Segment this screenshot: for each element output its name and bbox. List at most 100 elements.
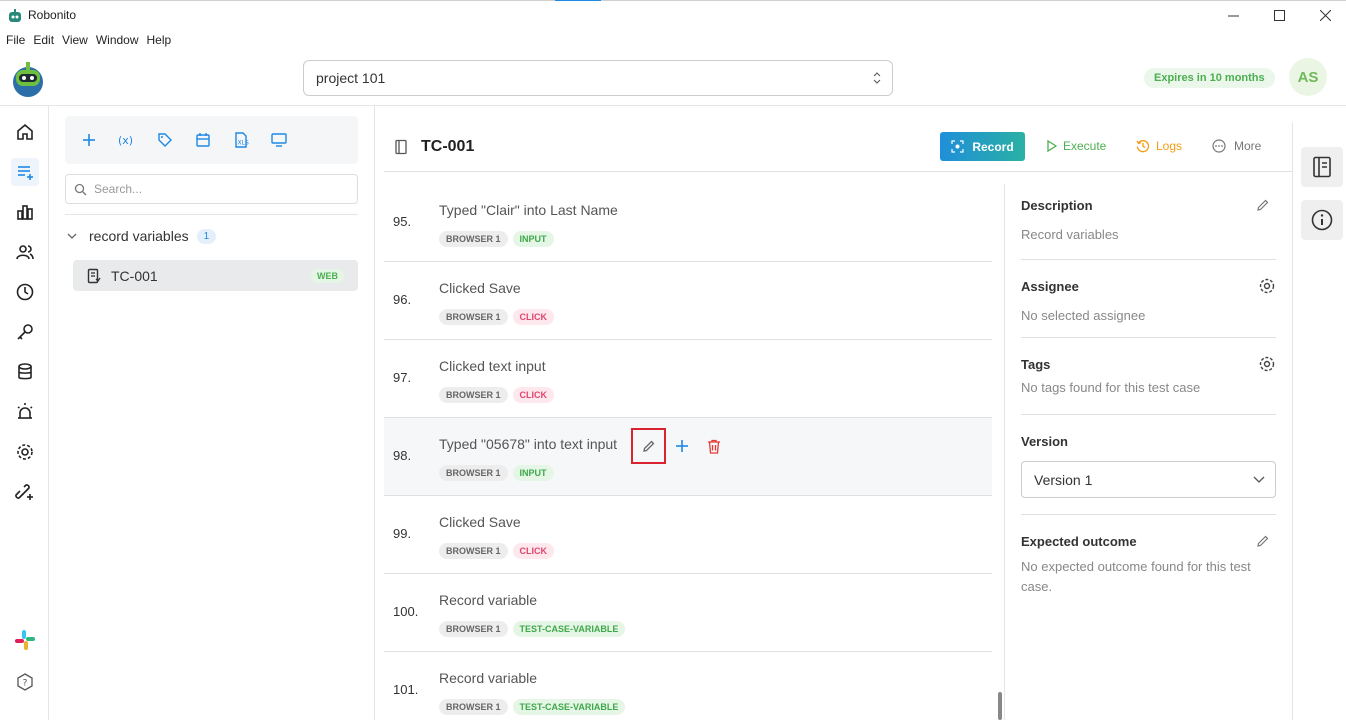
step-number: 96. [393, 292, 412, 307]
logs-button[interactable]: Logs [1136, 139, 1182, 153]
add-step-button[interactable] [666, 428, 698, 464]
record-button[interactable]: Record [940, 132, 1025, 161]
step-title: Record variable [439, 670, 538, 686]
step-number: 101. [393, 682, 419, 697]
nav-alerts[interactable] [13, 400, 37, 424]
trash-icon [708, 439, 720, 454]
history-icon [1136, 140, 1150, 153]
user-avatar[interactable]: AS [1289, 58, 1327, 96]
step-row[interactable]: 96. Clicked Save BROWSER 1 CLICK [384, 262, 992, 340]
nav-help[interactable]: ? [13, 670, 37, 694]
test-case-header: TC-001 Record Execute Logs More [384, 122, 1292, 172]
nav-schedule[interactable] [13, 280, 37, 304]
nav-test-cases[interactable] [11, 158, 39, 186]
more-button[interactable]: More [1212, 139, 1261, 153]
browser-tag: BROWSER 1 [439, 621, 508, 637]
nav-integrations[interactable] [13, 480, 37, 504]
test-tree-panel: (x) XLS Search... record variables 1 TC-… [49, 106, 375, 720]
menu-window[interactable]: Window [90, 31, 139, 51]
tag-icon [158, 133, 172, 147]
folder-name: record variables [89, 228, 189, 244]
play-icon [1047, 140, 1057, 152]
description-section: Description Record variables [1021, 198, 1276, 245]
browser-tag: BROWSER 1 [439, 309, 508, 325]
menu-edit[interactable]: Edit [27, 31, 54, 51]
calendar-button[interactable] [193, 130, 213, 150]
step-actions [631, 428, 730, 464]
gear-icon[interactable] [1258, 355, 1276, 373]
chevron-down-icon [1253, 476, 1265, 483]
title-bar: Robonito [0, 0, 1346, 31]
nav-database[interactable] [13, 360, 37, 384]
nav-slack[interactable] [13, 628, 37, 652]
excel-import-button[interactable]: XLS [231, 130, 251, 150]
app-icon [9, 9, 21, 22]
maximize-button[interactable] [1256, 0, 1302, 31]
nav-home[interactable] [13, 120, 37, 144]
step-row[interactable]: 98. Typed "05678" into text input BROWSE… [384, 418, 992, 496]
info-panel-button[interactable] [1301, 200, 1343, 240]
variable-icon: (x) [118, 134, 133, 147]
step-number: 95. [393, 214, 412, 229]
folder-count-badge: 1 [196, 228, 217, 244]
delete-step-button[interactable] [698, 428, 730, 464]
step-row[interactable]: 95. Typed "Clair" into Last Name BROWSER… [384, 184, 992, 262]
step-row[interactable]: 101. Record variable BROWSER 1 TEST-CASE-… [384, 652, 992, 720]
maximize-icon [1273, 10, 1285, 21]
device-button[interactable] [269, 130, 289, 150]
more-label: More [1234, 139, 1262, 153]
step-row[interactable]: 97. Clicked text input BROWSER 1 CLICK [384, 340, 992, 418]
users-icon [16, 245, 34, 260]
pencil-icon[interactable] [1256, 534, 1270, 548]
add-button[interactable] [79, 130, 99, 150]
right-rail [1292, 122, 1346, 720]
tree-item-tc-001[interactable]: TC-001 WEB [73, 260, 358, 291]
execute-label: Execute [1063, 139, 1107, 153]
pencil-icon[interactable] [1256, 198, 1270, 212]
bar-chart-icon [17, 205, 33, 220]
nav-reports[interactable] [13, 200, 37, 224]
step-title: Clicked Save [439, 514, 521, 530]
folder-record-variables[interactable]: record variables 1 [67, 228, 217, 244]
minimize-icon [1227, 15, 1239, 17]
svg-text:(x): (x) [118, 134, 133, 147]
search-placeholder: Search... [94, 182, 143, 196]
tags-button[interactable] [155, 130, 175, 150]
version-select[interactable]: Version 1 [1021, 461, 1276, 498]
slack-icon [15, 630, 35, 650]
tags-section: Tags No tags found for this test case [1021, 355, 1276, 398]
link-add-icon [15, 484, 33, 500]
plus-icon [676, 440, 688, 452]
assignee-section: Assignee No selected assignee [1021, 277, 1276, 326]
nav-users[interactable] [13, 240, 37, 264]
action-tag: CLICK [512, 543, 555, 559]
expected-outcome-section: Expected outcome No expected outcome fou… [1021, 534, 1276, 597]
execute-button[interactable]: Execute [1047, 139, 1106, 153]
record-icon [951, 140, 964, 153]
chevron-down-icon [67, 233, 77, 239]
steps-list: 95. Typed "Clair" into Last Name BROWSER… [384, 184, 992, 720]
nav-settings[interactable] [13, 440, 37, 464]
steps-scrollbar[interactable] [998, 692, 1002, 720]
edit-step-button[interactable] [631, 428, 666, 464]
tags-label: Tags [1021, 357, 1051, 372]
step-title: Typed "Clair" into Last Name [439, 202, 618, 218]
expected-label: Expected outcome [1021, 534, 1137, 549]
menu-view[interactable]: View [56, 31, 88, 51]
minimize-button[interactable] [1210, 0, 1256, 31]
action-tag: INPUT [512, 465, 554, 481]
gear-icon[interactable] [1258, 277, 1276, 295]
menu-file[interactable]: File [0, 31, 25, 51]
project-select[interactable]: project 101 [303, 60, 893, 96]
step-title: Typed "05678" into text input [439, 436, 618, 452]
nav-keys[interactable] [13, 320, 37, 344]
variables-button[interactable]: (x) [117, 130, 137, 150]
settings-gear-icon [17, 444, 33, 460]
close-button[interactable] [1302, 0, 1346, 31]
step-row[interactable]: 100. Record variable BROWSER 1 TEST-CASE-… [384, 574, 992, 652]
menu-help[interactable]: Help [141, 31, 172, 51]
step-row[interactable]: 99. Clicked Save BROWSER 1 CLICK [384, 496, 992, 574]
svg-text:?: ? [23, 679, 28, 689]
notes-panel-button[interactable] [1301, 147, 1343, 187]
search-input[interactable]: Search... [65, 174, 358, 204]
